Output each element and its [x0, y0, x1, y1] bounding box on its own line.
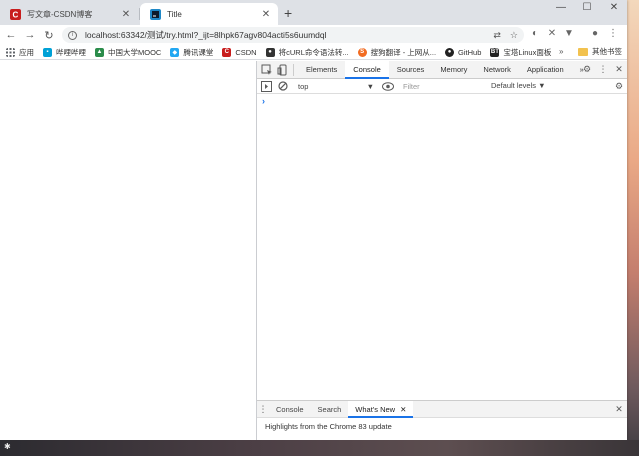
folder-icon: [578, 47, 588, 56]
tencent-icon: ◆: [170, 47, 180, 57]
settings-icon[interactable]: ⚙: [580, 64, 594, 75]
browser-menu-icon[interactable]: ⋮: [606, 28, 620, 39]
whats-new-message: Highlights from the Chrome 83 update: [265, 422, 392, 431]
bookmark-tencent-classroom[interactable]: ◆ 腾讯课堂: [170, 47, 213, 58]
drawer-tab-bar: ⋮ Console Search What's New ✕ ✕: [257, 400, 627, 418]
bookmark-label: GitHub: [458, 47, 482, 57]
reload-button[interactable]: ↻: [41, 29, 57, 42]
webstorm-favicon-icon: [150, 8, 161, 20]
bookmark-bt-panel[interactable]: BT 宝塔Linux面板: [490, 47, 551, 58]
bookmark-star-icon[interactable]: ☆: [510, 30, 518, 41]
extension-icon[interactable]: ▼: [562, 28, 576, 39]
bookmark-label: 哔哩哔哩: [56, 47, 86, 57]
tab-memory[interactable]: Memory: [432, 61, 475, 79]
drawer-tab-search[interactable]: Search: [311, 401, 349, 418]
bookmark-label: 应用: [19, 47, 34, 57]
other-bookmarks-label: 其他书签: [592, 47, 622, 56]
devtools-panel: Elements Console Sources Memory Network …: [256, 60, 627, 440]
tab-csdn[interactable]: C 写文章-CSDN博客 ✕: [0, 3, 138, 25]
bilibili-icon: ▪: [43, 47, 52, 57]
tab-application[interactable]: Application: [519, 61, 572, 79]
drawer-tab-whats-new[interactable]: What's New ✕: [348, 400, 414, 418]
chevron-down-icon: ▼: [366, 81, 374, 91]
drawer-tab-label: What's New: [355, 404, 396, 414]
tab-console[interactable]: Console: [345, 60, 389, 79]
bookmark-sogou[interactable]: S 搜狗翻译 - 上网从...: [357, 47, 437, 58]
bookmark-label: 宝塔Linux面板: [503, 47, 552, 57]
tab-close-icon[interactable]: ✕: [260, 9, 272, 20]
drawer-tab-console[interactable]: Console: [269, 401, 311, 418]
svg-text:C: C: [13, 10, 19, 19]
bookmarks-bar: 应用 ▪ 哔哩哔哩 ▲ 中国大学MOOC ◆ 腾讯课堂 C CSDN ● 将cU…: [0, 45, 627, 60]
console-settings-icon[interactable]: ⚙: [612, 81, 626, 92]
bookmark-label: 腾讯课堂: [183, 47, 214, 57]
close-devtools-icon[interactable]: ✕: [612, 64, 626, 75]
curl-icon: ●: [265, 47, 275, 57]
bookmark-bilibili[interactable]: ▪ 哔哩哔哩: [43, 47, 86, 58]
log-levels-dropdown[interactable]: Default levels ▼: [491, 81, 546, 90]
tab-title-page[interactable]: Title ✕: [140, 3, 278, 25]
translate-icon[interactable]: ⇄: [493, 30, 501, 41]
divider: [293, 63, 294, 76]
tab-sources[interactable]: Sources: [389, 61, 433, 79]
extension-icon[interactable]: ◐: [528, 28, 542, 39]
bookmark-curl[interactable]: ● 将cURL命令语法转...: [265, 47, 349, 58]
tab-close-icon[interactable]: ✕: [120, 9, 132, 20]
sogou-icon: S: [357, 47, 367, 57]
close-window-button[interactable]: ✕: [601, 2, 627, 13]
bt-icon: BT: [490, 47, 500, 57]
bookmark-apps[interactable]: 应用: [6, 47, 34, 58]
back-button[interactable]: ←: [3, 29, 19, 41]
bookmark-mooc[interactable]: ▲ 中国大学MOOC: [95, 47, 161, 58]
context-selector[interactable]: top ▼: [294, 82, 378, 91]
bookmark-label: 搜狗翻译 - 上网从...: [370, 47, 437, 57]
bookmark-github[interactable]: ● GitHub: [445, 47, 482, 57]
bookmarks-overflow-button[interactable]: »: [559, 47, 563, 56]
tab-strip: C 写文章-CSDN博客 ✕ Title ✕ + — ☐ ✕: [0, 0, 627, 25]
clear-console-icon[interactable]: [278, 81, 288, 91]
tab-elements[interactable]: Elements: [298, 61, 345, 79]
bookmark-csdn[interactable]: C CSDN: [222, 47, 257, 57]
devtools-tab-bar: Elements Console Sources Memory Network …: [257, 60, 627, 79]
url-text[interactable]: localhost:63342/测试/try.html?_ijt=8lhpk67…: [85, 29, 484, 41]
taskbar: ✱: [0, 440, 639, 456]
csdn-icon: C: [222, 47, 232, 57]
eye-icon[interactable]: [382, 81, 394, 91]
bookmark-label: CSDN: [235, 47, 257, 57]
tab-title: 写文章-CSDN博客: [27, 9, 93, 19]
inspect-element-icon[interactable]: [261, 64, 273, 76]
show-sidebar-icon[interactable]: [261, 80, 272, 92]
tray-icon[interactable]: ✱: [4, 442, 11, 451]
console-filter-input[interactable]: [400, 80, 486, 92]
csdn-favicon-icon: C: [10, 8, 21, 20]
devtools-drawer: ⋮ Console Search What's New ✕ ✕ Highligh…: [257, 400, 627, 440]
omnibox[interactable]: i localhost:63342/测试/try.html?_ijt=8lhpk…: [62, 27, 524, 43]
close-drawer-icon[interactable]: ✕: [612, 404, 626, 415]
apps-grid-icon: [6, 47, 15, 57]
tab-network[interactable]: Network: [475, 61, 519, 79]
context-value: top: [298, 81, 309, 91]
new-tab-button[interactable]: +: [284, 5, 292, 21]
extension-icon[interactable]: ✕: [545, 28, 559, 39]
page-viewport[interactable]: [0, 61, 256, 440]
more-options-icon[interactable]: ⋮: [596, 64, 610, 75]
drawer-tab-close-icon[interactable]: ✕: [400, 405, 406, 414]
bookmark-label: 中国大学MOOC: [108, 47, 162, 57]
address-toolbar: ← → ↻ i localhost:63342/测试/try.html?_ijt…: [0, 25, 627, 45]
minimize-button[interactable]: —: [548, 2, 574, 13]
mooc-icon: ▲: [95, 47, 104, 57]
bookmark-label: 将cURL命令语法转...: [278, 47, 349, 57]
profile-avatar-icon[interactable]: ●: [588, 28, 602, 39]
github-icon: ●: [445, 47, 455, 57]
site-info-icon[interactable]: i: [68, 30, 77, 40]
console-toolbar: top ▼ Default levels ▼ ⚙: [257, 79, 627, 94]
device-toolbar-icon[interactable]: [277, 64, 289, 76]
forward-button[interactable]: →: [22, 29, 38, 41]
drawer-menu-icon[interactable]: ⋮: [257, 404, 269, 415]
tab-title: Title: [167, 9, 182, 19]
console-prompt[interactable]: ›: [262, 96, 265, 106]
other-bookmarks[interactable]: 其他书签: [578, 46, 622, 57]
browser-window: C 写文章-CSDN博客 ✕ Title ✕ + — ☐ ✕ ← → ↻ i l…: [0, 0, 627, 440]
maximize-button[interactable]: ☐: [574, 2, 600, 13]
